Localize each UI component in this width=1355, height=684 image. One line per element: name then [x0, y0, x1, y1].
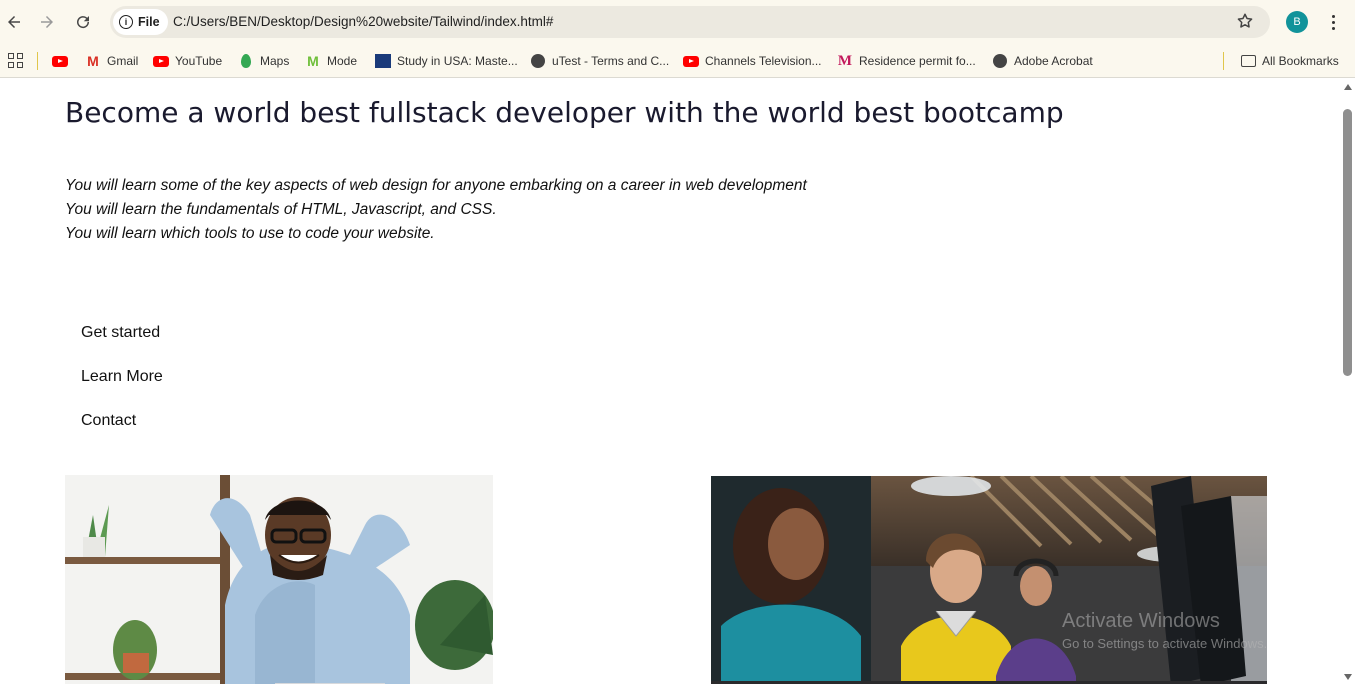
bookmarks-divider	[1223, 52, 1224, 70]
bookmark-label: Residence permit fo...	[859, 54, 976, 68]
bookmark-label: Mode	[327, 54, 358, 68]
reload-button[interactable]	[69, 8, 97, 36]
back-button[interactable]	[0, 8, 28, 36]
star-icon	[1237, 13, 1253, 28]
page-menu: Get started Learn More Contact	[81, 324, 163, 456]
bookmark-utest[interactable]: uTest - Terms and C...	[530, 52, 669, 70]
bookmark-star-button[interactable]	[1236, 12, 1256, 32]
reload-icon	[77, 16, 90, 29]
gmail-icon: M	[87, 53, 99, 69]
address-bar[interactable]: i File C:/Users/BEN/Desktop/Design%20web…	[110, 6, 1270, 38]
classroom-photo	[711, 476, 1267, 684]
bookmark-gmail[interactable]: M Gmail	[85, 52, 138, 70]
bookmark-mode[interactable]: M Mode	[305, 52, 357, 70]
forward-button[interactable]	[33, 8, 61, 36]
classroom-illustration	[711, 476, 1267, 684]
study-icon	[375, 54, 391, 68]
bookmark-label: Adobe Acrobat	[1014, 54, 1093, 68]
bookmark-label: Maps	[260, 54, 290, 68]
bookmark-adobe-acrobat[interactable]: Adobe Acrobat	[992, 52, 1093, 70]
youtube-icon	[52, 55, 68, 67]
bookmark-label: uTest - Terms and C...	[552, 54, 670, 68]
scroll-down-arrow-icon[interactable]	[1344, 674, 1352, 680]
profile-avatar[interactable]: B	[1286, 11, 1308, 33]
all-bookmarks-label: All Bookmarks	[1262, 54, 1339, 68]
youtube-icon	[683, 55, 699, 67]
all-bookmarks-button[interactable]: All Bookmarks	[1240, 52, 1339, 70]
developer-photo	[65, 475, 493, 684]
dot-icon	[1331, 26, 1335, 30]
bookmark-label: Gmail	[107, 54, 139, 68]
folder-icon	[1240, 55, 1256, 67]
browser-menu-button[interactable]	[1324, 11, 1342, 33]
globe-icon	[531, 54, 545, 68]
globe-icon	[993, 54, 1007, 68]
scroll-up-arrow-icon[interactable]	[1344, 84, 1352, 90]
get-started-link[interactable]: Get started	[81, 324, 163, 368]
bookmark-label: YouTube	[175, 54, 223, 68]
mode-icon: M	[307, 53, 319, 69]
page-scrollbar[interactable]	[1341, 79, 1355, 684]
activate-windows-heading: Activate Windows	[1062, 610, 1220, 632]
developer-illustration	[65, 475, 493, 684]
bookmark-residence-permit[interactable]: M Residence permit fo...	[837, 52, 976, 70]
browser-toolbar: i File C:/Users/BEN/Desktop/Design%20web…	[0, 0, 1355, 44]
learning-point: You will learn the fundamentals of HTML,…	[65, 201, 497, 218]
activate-windows-hint: Go to Settings to activate Windows.	[1062, 636, 1268, 651]
bookmarks-bar: M Gmail YouTube Maps M Mode Study in USA…	[0, 44, 1355, 78]
apps-grid-icon[interactable]	[8, 53, 23, 68]
url-text[interactable]: C:/Users/BEN/Desktop/Design%20website/Ta…	[173, 14, 553, 29]
bookmark-youtube[interactable]: YouTube	[153, 52, 222, 70]
info-icon: i	[119, 15, 133, 29]
site-chip-label: File	[138, 15, 160, 29]
dot-icon	[1331, 14, 1335, 18]
page-viewport: Become a world best fullstack developer …	[0, 79, 1341, 684]
site-info-chip[interactable]: i File	[113, 9, 168, 35]
bookmark-youtube-shortcut[interactable]	[52, 52, 68, 70]
page-title: Become a world best fullstack developer …	[65, 96, 1064, 129]
learning-point: You will learn which tools to use to cod…	[65, 225, 435, 242]
bookmark-channels[interactable]: Channels Television...	[683, 52, 822, 70]
contact-link[interactable]: Contact	[81, 412, 163, 456]
bookmark-study-usa[interactable]: Study in USA: Maste...	[375, 52, 518, 70]
arrow-right-icon	[41, 16, 53, 28]
m-icon: M	[837, 52, 853, 69]
learning-points: You will learn some of the key aspects o…	[65, 174, 807, 246]
bookmark-maps[interactable]: Maps	[238, 52, 289, 70]
maps-icon	[241, 54, 251, 68]
scroll-thumb[interactable]	[1343, 109, 1352, 376]
bookmarks-divider	[37, 52, 38, 70]
learn-more-link[interactable]: Learn More	[81, 368, 163, 412]
bookmark-label: Channels Television...	[705, 54, 822, 68]
dot-icon	[1331, 20, 1335, 24]
bookmark-label: Study in USA: Maste...	[397, 54, 518, 68]
arrow-left-icon	[8, 16, 20, 28]
youtube-icon	[153, 55, 169, 67]
learning-point: You will learn some of the key aspects o…	[65, 177, 807, 194]
